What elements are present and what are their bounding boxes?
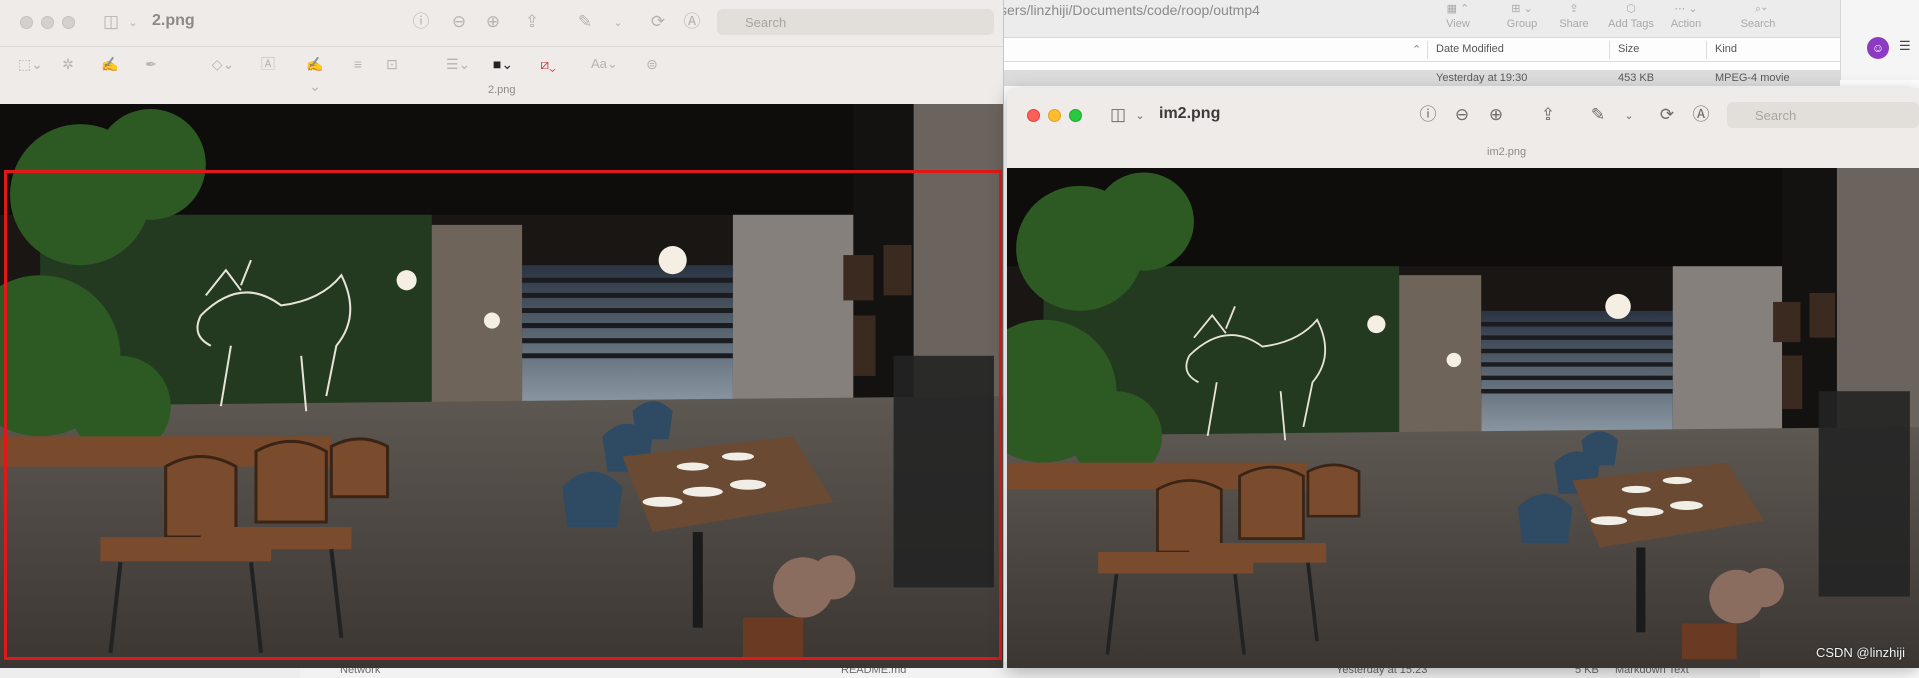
shapes-icon[interactable]: ◇⌄ [211,53,235,75]
tag-icon: ⬡ [1626,3,1636,15]
markup-toolbar: ⬚⌄ ✲ ✍ ✒ ◇⌄ 🄰 ✍⌄ ≡ ⊡ ☰⌄ ■⌄ ⧄⌄ Aa⌄ ⊜ [0,46,1003,94]
rect-select-icon[interactable]: ⬚⌄ [18,53,43,75]
preview-window-im2png: ◫ ⌄ im2.png ⓘ ⊖ ⊕ ⇪ ✎ ⌄ ⟳ Ⓐ ⌕ im2.png [1007,88,1919,668]
search-input[interactable] [717,9,994,35]
highlight-pen-icon[interactable]: ✎ [573,11,597,33]
sort-chevron-icon[interactable]: ⌃ [1412,43,1421,56]
sketch-icon[interactable]: ✍ [98,53,122,75]
zoom-out-icon[interactable]: ⊖ [447,11,471,33]
rotate-icon[interactable]: ⟳ [646,11,670,33]
draw-icon[interactable]: ✒ [139,53,163,75]
finder-toolbar: sers/linzhiji/Documents/code/roop/outmp4… [1000,0,1840,38]
finder-path: sers/linzhiji/Documents/code/roop/outmp4 [1000,2,1260,18]
row-date: Yesterday at 19:30 [1436,72,1528,84]
search-input[interactable] [1727,102,1919,128]
restaurant-photo [1007,168,1919,668]
group-icon: ⊞ ⌄ [1511,3,1533,15]
chevron-down-icon[interactable]: ⌄ [1623,105,1635,127]
share-button[interactable]: ⇪ Share [1546,0,1602,30]
window-controls [20,16,75,29]
document-label: 2.png [488,84,516,96]
sign-icon[interactable]: ✍⌄ [303,53,327,97]
menu-icon[interactable]: ☰ [1899,38,1911,54]
watermark: CSDN @linzhiji [1815,645,1905,660]
share-label: Share [1559,18,1589,30]
selection-rectangle[interactable] [4,170,1002,660]
share-icon[interactable]: ⇪ [520,11,544,33]
highlight-pen-icon[interactable]: ✎ [1586,104,1610,126]
group-button[interactable]: ⊞ ⌄ Group [1494,0,1550,30]
minimize-button[interactable] [41,16,54,29]
row-size: 453 KB [1618,72,1655,84]
markup-icon[interactable]: Ⓐ [1689,104,1713,126]
close-button[interactable] [1027,109,1040,122]
info-icon[interactable]: ⓘ [409,11,433,33]
search-icon: ⌕ [1754,3,1762,15]
annotate-icon[interactable]: ⊜ [640,53,664,75]
column-separator [1609,41,1610,59]
finder-sidebar-right: ☺ ☰ [1840,0,1919,80]
zoom-in-icon[interactable]: ⊕ [1484,104,1508,126]
zoom-button[interactable] [62,16,75,29]
preview-window-2png: ◫ ⌄ 2.png ⓘ ⊖ ⊕ ⇪ ✎ ⌄ ⟳ Ⓐ ⌕ ⬚⌄ ✲ ✍ ✒ ◇⌄ … [0,0,1004,668]
action-button[interactable]: ⋯ ⌄ Action [1658,0,1714,30]
border-color-icon[interactable]: ■⌄ [491,53,515,75]
minimize-button[interactable] [1048,109,1061,122]
share-icon[interactable]: ⇪ [1536,104,1560,126]
document-label: im2.png [1487,146,1527,158]
image-canvas[interactable] [0,104,1003,668]
fill-color-icon[interactable]: ⧄⌄ [536,53,560,75]
action-icon: ⋯ ⌄ [1674,3,1698,15]
share-icon: ⇪ [1569,3,1579,15]
rotate-icon[interactable]: ⟳ [1655,104,1679,126]
zoom-button[interactable] [1069,109,1082,122]
window-title: im2.png [1159,105,1221,122]
info-icon[interactable]: ⓘ [1416,104,1440,126]
image-canvas[interactable]: CSDN @linzhiji [1007,168,1919,668]
finder-column-header: ⌃ Date Modified Size Kind [1000,38,1840,62]
view-button[interactable]: ▦ ⌃ View [1430,0,1486,30]
chevron-down-icon[interactable]: ⌄ [1134,105,1146,127]
add-tags-label: Add Tags [1608,18,1654,30]
window-title: 2.png [152,12,195,29]
view-icon: ▦ ⌃ [1446,3,1470,15]
zoom-in-icon[interactable]: ⊕ [481,11,505,33]
finder-search-button[interactable]: ⌕ Search [1730,0,1786,30]
add-tags-button[interactable]: ⬡ Add Tags [1603,0,1659,30]
zoom-out-icon[interactable]: ⊖ [1450,104,1474,126]
text-style-icon[interactable]: Aa⌄ [591,53,618,75]
chevron-down-icon[interactable]: ⌄ [612,12,624,34]
chevron-down-icon[interactable]: ⌄ [1760,2,1768,13]
column-date-modified[interactable]: Date Modified [1436,43,1504,55]
column-separator [1706,41,1707,59]
finder-search-label: Search [1740,18,1776,30]
group-label: Group [1506,18,1538,30]
column-separator [1427,41,1428,59]
instant-alpha-icon[interactable]: ✲ [56,53,80,75]
avatar[interactable]: ☺ [1867,37,1889,59]
table-row[interactable]: Yesterday at 19:30 453 KB MPEG-4 movie [1000,70,1840,86]
window-controls [1027,109,1082,122]
chevron-down-icon[interactable]: ⌄ [127,12,139,34]
sidebar-toggle-icon[interactable]: ◫ [1106,104,1130,126]
close-button[interactable] [20,16,33,29]
action-label: Action [1670,18,1702,30]
row-kind: MPEG-4 movie [1715,72,1790,84]
view-label: View [1446,18,1470,30]
adjust-size-icon[interactable]: ⊡ [380,53,404,75]
line-style-icon[interactable]: ☰⌄ [446,53,470,75]
markup-icon[interactable]: Ⓐ [680,11,704,33]
column-size[interactable]: Size [1618,43,1639,55]
adjust-color-icon[interactable]: ≡ [346,53,370,75]
sidebar-toggle-icon[interactable]: ◫ [99,11,123,33]
restaurant-illustration [1007,168,1919,668]
text-box-icon[interactable]: 🄰 [256,53,280,75]
column-kind[interactable]: Kind [1715,43,1737,55]
